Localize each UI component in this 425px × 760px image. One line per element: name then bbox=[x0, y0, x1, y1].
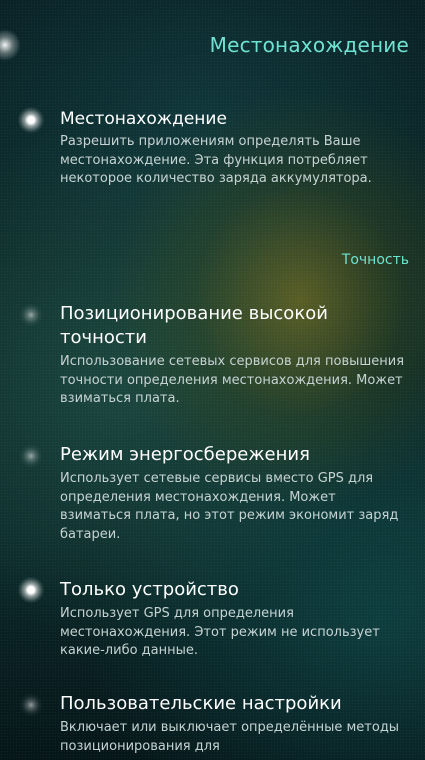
option-battery-saving[interactable]: Режим энергосбережения Использует сетевы… bbox=[18, 443, 405, 544]
option-custom-settings-description: Включает или выключает определённые мето… bbox=[60, 720, 400, 754]
option-high-accuracy-title: Позиционирование высокой точности bbox=[60, 303, 328, 348]
location-toggle-title: Местонахождение bbox=[60, 109, 227, 129]
toggle-on-indicator-icon[interactable] bbox=[18, 107, 44, 133]
radio-unselected-icon[interactable] bbox=[18, 443, 44, 469]
radio-unselected-icon[interactable] bbox=[18, 692, 44, 718]
option-device-only-title: Только устройство bbox=[60, 579, 239, 600]
option-device-only-description: Использует GPS для определения местонахо… bbox=[60, 606, 380, 658]
radio-selected-icon[interactable] bbox=[18, 577, 44, 603]
option-high-accuracy-description: Использование сетевых сервисов для повыш… bbox=[60, 354, 405, 406]
accuracy-section-header: Точность bbox=[341, 252, 409, 268]
location-toggle-item[interactable]: Местонахождение Разрешить приложениям оп… bbox=[18, 107, 405, 189]
option-battery-saving-description: Использует сетевые сервисы вместо GPS дл… bbox=[60, 471, 399, 542]
option-custom-settings-title: Пользовательские настройки bbox=[60, 693, 342, 714]
option-high-accuracy[interactable]: Позиционирование высокой точности Исполь… bbox=[18, 302, 405, 409]
option-device-only[interactable]: Только устройство Использует GPS для опр… bbox=[18, 577, 405, 661]
option-battery-saving-title: Режим энергосбережения bbox=[60, 444, 310, 465]
radio-unselected-icon[interactable] bbox=[18, 302, 44, 328]
location-toggle-description: Разрешить приложениям определять Ваше ме… bbox=[60, 134, 372, 186]
option-custom-settings[interactable]: Пользовательские настройки Включает или … bbox=[18, 692, 405, 756]
page-title: Местонахождение bbox=[209, 33, 409, 57]
